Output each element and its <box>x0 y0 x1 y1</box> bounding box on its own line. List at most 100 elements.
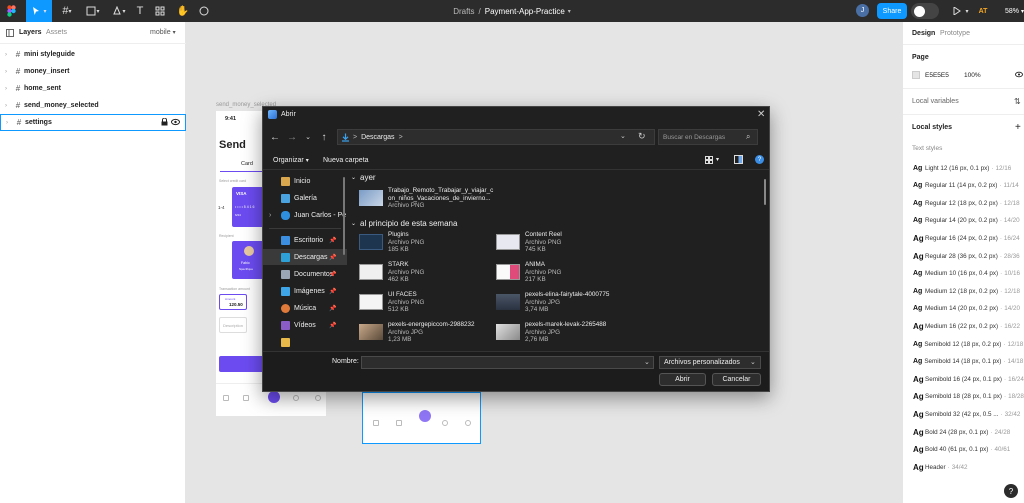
comment-tool-button[interactable] <box>196 0 212 22</box>
pin-icon[interactable]: 📌 <box>329 237 336 244</box>
forward-button[interactable]: → <box>286 130 298 144</box>
tab-design[interactable]: Design <box>912 30 935 37</box>
present-options[interactable]: ▾ <box>963 0 971 22</box>
address-bar[interactable]: > Descargas > ⌄ ↻ <box>337 129 655 145</box>
settings-icon[interactable] <box>465 420 471 426</box>
tab-prototype[interactable]: Prototype <box>940 30 970 37</box>
nav-item-musica[interactable]: Música 📌 <box>263 300 347 316</box>
layer-row[interactable]: › # home_sent <box>0 80 186 97</box>
expand-caret-icon[interactable]: › <box>269 212 277 219</box>
chevron-down-icon[interactable]: ▾ <box>568 8 571 15</box>
description-field[interactable]: Description <box>219 317 247 333</box>
pin-icon[interactable]: 📌 <box>329 254 336 261</box>
file-item[interactable]: pexels-marek-levak-2265488 Archivo JPG 2,7… <box>496 321 676 349</box>
layer-row-selected[interactable]: › # settings <box>0 114 186 131</box>
layout-toggle-icon[interactable] <box>6 29 14 37</box>
tab-assets[interactable]: Assets <box>46 29 67 36</box>
page-opacity-value[interactable]: 100% <box>964 72 981 79</box>
pin-icon[interactable]: 📌 <box>329 322 336 329</box>
text-style-item[interactable]: Ag Bold 24 (28 px, 0.1 px) · 24/28 <box>913 426 1023 438</box>
text-style-item[interactable]: Ag Medium 14 (20 px, 0.2 px) · 14/20 <box>913 303 1023 315</box>
text-style-item[interactable]: Ag Semibold 18 (28 px, 0.1 px) · 18/28 <box>913 391 1024 403</box>
refresh-icon[interactable]: ↻ <box>638 131 646 142</box>
text-style-item[interactable]: Ag Regular 16 (24 px, 0.2 px) · 16/24 <box>913 232 1023 244</box>
home-icon[interactable] <box>223 395 229 401</box>
home-icon[interactable] <box>373 420 379 426</box>
text-style-item[interactable]: Ag Semibold 14 (18 px, 0.1 px) · 14/18 <box>913 356 1023 368</box>
send-button[interactable] <box>219 356 265 372</box>
expand-caret-icon[interactable]: › <box>0 52 12 58</box>
local-variables-label[interactable]: Local variables <box>912 98 959 105</box>
expand-caret-icon[interactable]: › <box>0 103 12 109</box>
main-menu-button[interactable] <box>0 0 22 22</box>
preview-pane-icon[interactable] <box>734 155 743 164</box>
chevron-down-icon[interactable]: ⌄ <box>644 358 650 366</box>
pin-icon[interactable]: 📌 <box>329 271 336 278</box>
text-style-item[interactable]: Ag Regular 12 (18 px, 0.2 px) · 12/18 <box>913 197 1023 209</box>
text-style-item[interactable]: Ag Medium 12 (18 px, 0.2 px) · 12/18 <box>913 285 1023 297</box>
add-style-icon[interactable]: + <box>1015 122 1021 133</box>
wallet-icon[interactable] <box>243 395 249 401</box>
tab-card[interactable]: Card <box>241 161 253 167</box>
page-color-swatch[interactable] <box>912 71 920 79</box>
cancel-button[interactable]: Cancelar <box>712 373 761 386</box>
layer-row[interactable]: › # send_money_selected <box>0 97 186 114</box>
nav-item-galeria[interactable]: Galería <box>263 190 347 206</box>
file-item[interactable]: STARK Archivo PNG 462 KB <box>359 261 489 289</box>
drafts-link[interactable]: Drafts <box>453 7 474 16</box>
dev-mode-toggle[interactable] <box>911 3 939 19</box>
text-style-item[interactable]: Ag Semibold 12 (18 px, 0.2 px) · 12/18 <box>913 338 1023 350</box>
breadcrumb[interactable]: Descargas <box>361 134 394 141</box>
layer-row[interactable]: › # mini styleguide <box>0 46 186 63</box>
help-button[interactable]: ? <box>1004 484 1018 498</box>
open-button[interactable]: Abrir <box>659 373 706 386</box>
nav-item-imagenes[interactable]: Imágenes 📌 <box>263 283 347 299</box>
expand-caret-icon[interactable]: › <box>0 69 12 75</box>
text-style-item[interactable]: Ag Header · 34/42 <box>913 461 1023 473</box>
text-style-item[interactable]: Ag Medium 10 (16 px, 0.4 px) · 10/16 <box>913 268 1023 280</box>
file-item[interactable]: UI FACES Archivo PNG 512 KB <box>359 291 489 319</box>
search-input[interactable]: Buscar en Descargas ⌕ <box>658 129 758 145</box>
file-item[interactable]: Plugins Archivo PNG 185 KB <box>359 231 489 259</box>
wallet-icon[interactable] <box>396 420 402 426</box>
zoom-control[interactable]: 58% ▾ <box>1005 0 1024 22</box>
ai-button[interactable]: AT <box>976 0 990 22</box>
nav-item-folder[interactable] <box>263 334 347 350</box>
shape-tool-button[interactable]: ▾ <box>82 0 104 22</box>
variables-icon[interactable]: ⇅ <box>1014 97 1021 106</box>
frame-tool-button[interactable]: # ▾ <box>56 0 78 22</box>
text-style-item[interactable]: Ag Semibold 16 (24 px, 0.1 px) · 16/24 <box>913 373 1024 385</box>
eye-icon[interactable] <box>1015 71 1023 78</box>
close-icon[interactable]: ✕ <box>757 109 765 120</box>
recipient-card[interactable]: Fabio Specifique <box>232 241 266 279</box>
move-tool-button[interactable]: ▾ <box>26 0 52 22</box>
page-color-value[interactable]: E5E5E5 <box>925 72 949 79</box>
text-style-item[interactable]: Ag Bold 40 (61 px, 0.1 px) · 40/61 <box>913 444 1023 456</box>
view-mode-icon[interactable] <box>705 156 713 164</box>
text-style-item[interactable]: Ag Regular 11 (14 px, 0.2 px) · 11/14 <box>913 180 1023 192</box>
text-tool-button[interactable]: T <box>132 0 148 22</box>
settings-frame[interactable] <box>362 392 481 444</box>
send-fab-icon[interactable] <box>419 410 431 422</box>
avatar[interactable]: J <box>856 4 869 17</box>
group-header-semana[interactable]: ⌄ al principio de esta semana <box>351 219 457 228</box>
file-type-select[interactable]: Archivos personalizados ⌄ <box>659 356 761 369</box>
back-button[interactable]: ← <box>269 130 281 144</box>
organize-button[interactable]: Organizar ▾ <box>273 157 309 164</box>
expand-caret-icon[interactable]: › <box>0 86 12 92</box>
up-button[interactable]: ↑ <box>318 130 330 144</box>
send-fab-icon[interactable] <box>268 391 280 403</box>
nav-item-escritorio[interactable]: Escritorio 📌 <box>263 232 347 248</box>
nav-item-documentos[interactable]: Documentos 📌 <box>263 266 347 282</box>
filename-input[interactable]: ⌄ <box>361 356 654 369</box>
nav-item-onedrive[interactable]: › Juan Carlos - Pe <box>263 207 347 223</box>
share-button[interactable]: Share <box>877 3 907 19</box>
hand-tool-button[interactable]: ✋ <box>175 0 191 22</box>
file-list-scrollbar[interactable] <box>764 179 766 205</box>
new-folder-button[interactable]: Nueva carpeta <box>323 157 369 164</box>
recent-locations-button[interactable]: ⌄ <box>303 130 313 144</box>
nav-item-descargas[interactable]: Descargas 📌 <box>263 249 347 265</box>
text-style-item[interactable]: Ag Semibold 32 (42 px, 0.5 ... · 32/42 <box>913 408 1023 420</box>
text-style-item[interactable]: Ag Medium 16 (22 px, 0.2 px) · 16/22 <box>913 320 1023 332</box>
expand-caret-icon[interactable]: › <box>1 120 13 126</box>
